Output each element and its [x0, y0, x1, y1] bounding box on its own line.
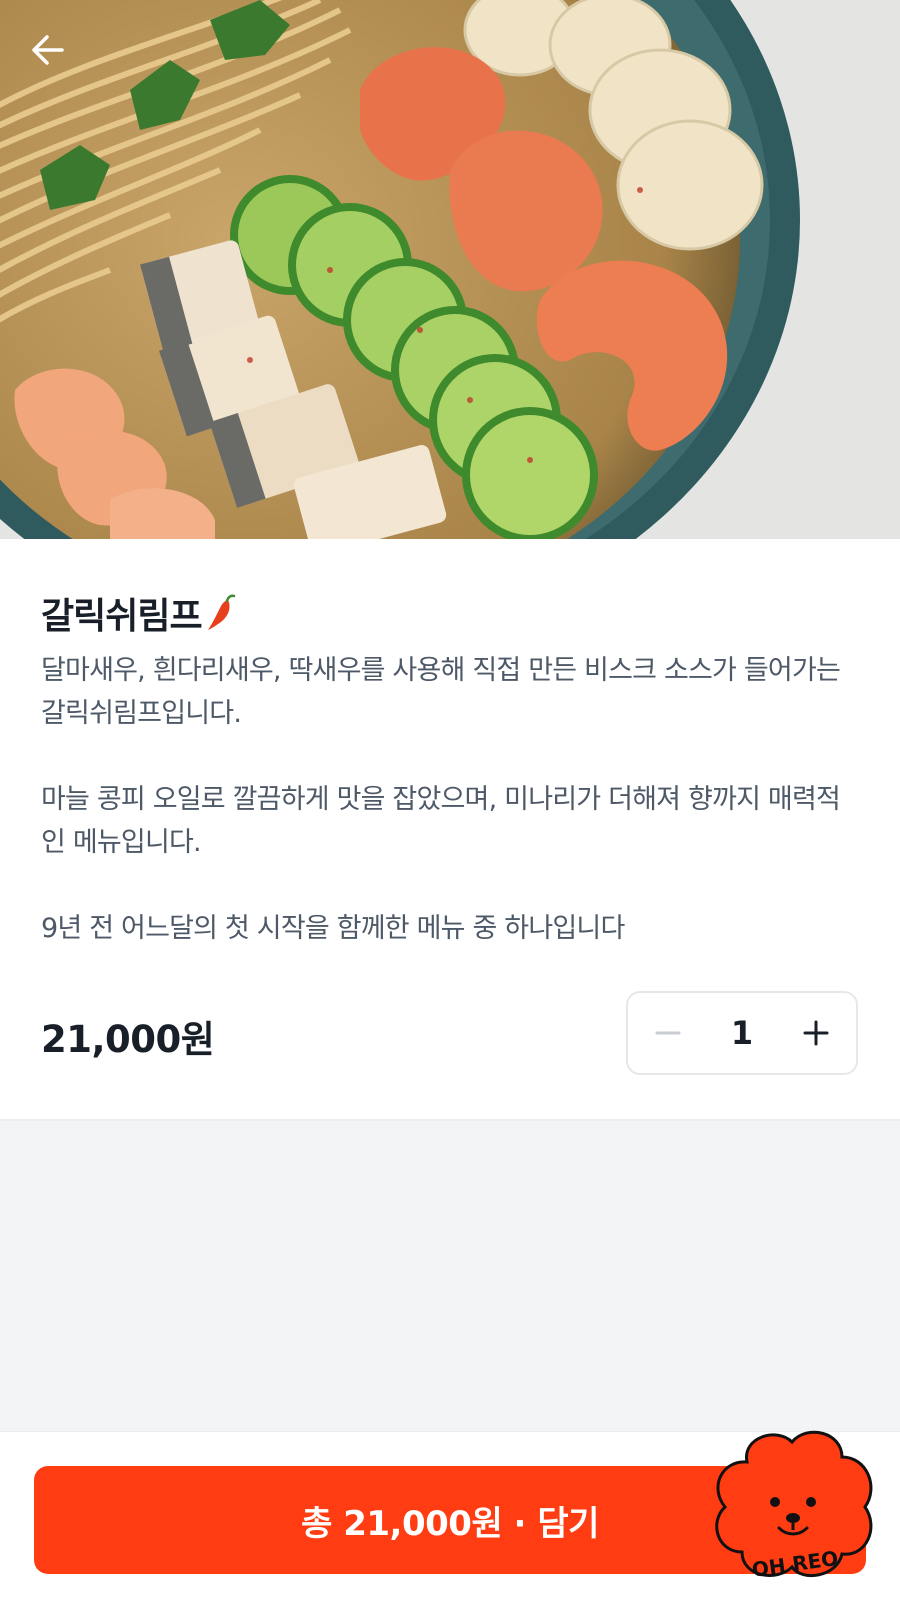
decrease-button[interactable]	[646, 1011, 690, 1055]
menu-title-row: 갈릭쉬림프	[41, 587, 236, 639]
description-paragraph: 달마새우, 흰다리새우, 딱새우를 사용해 직접 만든 비스크 소스가 들어가는…	[41, 655, 841, 729]
back-button[interactable]	[22, 24, 74, 76]
quantity-value: 1	[730, 1014, 754, 1052]
chili-pepper-icon	[207, 594, 235, 630]
quantity-stepper: 1	[626, 991, 858, 1075]
menu-hero-image	[0, 0, 900, 539]
minus-icon	[655, 1031, 681, 1035]
description-paragraph: 마늘 콩피 오일로 깔끔하게 맛을 잡았으며, 미나리가 더해져 향까지 매력적…	[41, 784, 841, 858]
menu-description: 달마새우, 흰다리새우, 딱새우를 사용해 직접 만든 비스크 소스가 들어가는…	[41, 649, 861, 950]
dog-mascot-icon: OH REO	[715, 1430, 873, 1582]
increase-button[interactable]	[794, 1011, 838, 1055]
section-divider	[0, 1119, 900, 1121]
description-paragraph: 9년 전 어느달의 첫 시작을 함께한 메뉴 중 하나입니다	[41, 913, 625, 944]
plus-icon	[803, 1020, 829, 1046]
menu-name: 갈릭쉬림프	[41, 596, 203, 637]
food-photo	[0, 0, 900, 539]
arrow-left-icon	[32, 35, 64, 65]
menu-price: 21,000원	[41, 1018, 215, 1061]
menu-detail: 갈릭쉬림프 달마새우, 흰다리새우, 딱새우를 사용해 직접 만든 비스크 소스…	[0, 539, 900, 1119]
